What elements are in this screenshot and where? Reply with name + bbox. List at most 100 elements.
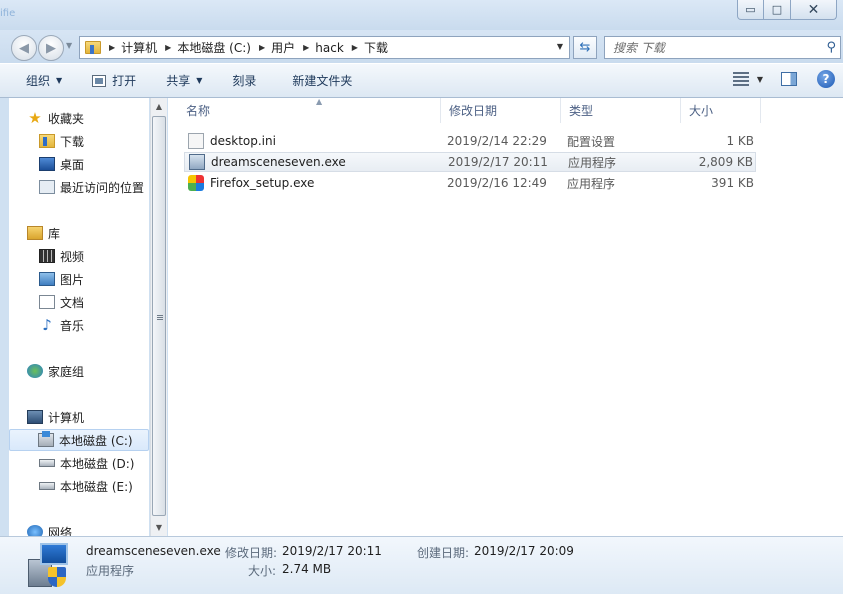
chevron-right-icon[interactable]: ▶ bbox=[109, 43, 115, 52]
chevron-down-icon: ▼ bbox=[196, 76, 203, 85]
nav-drive-d[interactable]: 本地磁盘 (D:) bbox=[39, 452, 149, 474]
nav-network[interactable]: 网络 bbox=[27, 521, 149, 536]
nav-drive-e-label: 本地磁盘 (E:) bbox=[60, 479, 133, 494]
computer-icon bbox=[27, 410, 43, 424]
organize-label: 组织 bbox=[26, 74, 51, 88]
back-button[interactable]: ◀ bbox=[11, 35, 37, 61]
file-size: 1 KB bbox=[726, 134, 754, 148]
file-type: 应用程序 bbox=[568, 155, 617, 170]
search-input[interactable] bbox=[605, 40, 815, 55]
nav-desktop[interactable]: 桌面 bbox=[39, 153, 149, 175]
address-bar[interactable]: ▶ 计算机 ▶ 本地磁盘 (C:) ▶ 用户 ▶ hack ▶ 下载 ▼ bbox=[79, 36, 570, 59]
open-button[interactable]: 打开 bbox=[84, 69, 144, 93]
nav-music[interactable]: ♪ 音乐 bbox=[39, 314, 149, 336]
open-window-icon bbox=[92, 74, 107, 87]
system-drive-icon bbox=[38, 431, 54, 447]
search-box[interactable]: ⚲ bbox=[604, 36, 841, 59]
picture-icon bbox=[39, 272, 55, 286]
nav-favorites[interactable]: ★ 收藏夹 bbox=[27, 107, 149, 129]
nav-videos[interactable]: 视频 bbox=[39, 245, 149, 267]
chevron-right-icon[interactable]: ▶ bbox=[303, 43, 309, 52]
ini-file-icon bbox=[188, 133, 204, 149]
nav-computer-label: 计算机 bbox=[48, 410, 85, 425]
chevron-right-icon[interactable]: ▶ bbox=[165, 43, 171, 52]
hard-drive-icon bbox=[39, 482, 55, 490]
new-folder-button[interactable]: 新建文件夹 bbox=[284, 69, 360, 93]
file-type: 应用程序 bbox=[567, 176, 616, 191]
address-dropdown-icon[interactable]: ▼ bbox=[557, 42, 563, 51]
breadcrumb-drive-c[interactable]: 本地磁盘 (C:) bbox=[177, 39, 251, 56]
burn-button[interactable]: 刻录 bbox=[224, 69, 264, 93]
music-note-icon: ♪ bbox=[42, 316, 52, 334]
navigation-pane: ★ 收藏夹 下载 桌面 最近访问的位置 库 视频 图片 文档 ♪ 音乐 家庭组 … bbox=[9, 98, 149, 536]
nav-homegroup[interactable]: 家庭组 bbox=[27, 360, 149, 382]
file-size: 2,809 KB bbox=[698, 155, 753, 169]
file-name: dreamsceneseven.exe bbox=[211, 155, 346, 169]
desktop-icon bbox=[39, 157, 55, 171]
file-row[interactable]: desktop.ini 2019/2/14 22:29 配置设置 1 KB bbox=[184, 131, 756, 151]
sort-ascending-icon: ▲ bbox=[316, 97, 323, 106]
nav-drive-e[interactable]: 本地磁盘 (E:) bbox=[39, 475, 149, 497]
column-header-modified[interactable]: 修改日期 bbox=[441, 98, 561, 123]
organize-button[interactable]: 组织 ▼ bbox=[18, 69, 70, 93]
help-icon[interactable]: ? bbox=[817, 70, 835, 88]
view-options-dropdown[interactable]: ▼ bbox=[757, 75, 763, 84]
file-modified: 2019/2/16 12:49 bbox=[447, 176, 547, 190]
installer-file-icon bbox=[26, 543, 72, 589]
breadcrumb-users[interactable]: 用户 bbox=[271, 39, 295, 56]
column-type-label: 类型 bbox=[569, 104, 594, 118]
nav-recent-places[interactable]: 最近访问的位置 bbox=[39, 176, 149, 198]
column-name-label: 名称 bbox=[186, 104, 211, 118]
file-name: desktop.ini bbox=[210, 134, 276, 148]
hard-drive-icon bbox=[39, 459, 55, 467]
document-icon bbox=[39, 295, 55, 309]
change-view-icon[interactable] bbox=[732, 72, 749, 86]
refresh-button[interactable]: ⇆ bbox=[573, 36, 597, 59]
file-modified: 2019/2/17 20:11 bbox=[448, 155, 548, 169]
file-size: 391 KB bbox=[711, 176, 754, 190]
exe-file-icon bbox=[189, 154, 205, 170]
forward-button[interactable]: ▶ bbox=[38, 35, 64, 61]
nav-computer[interactable]: 计算机 bbox=[27, 406, 149, 428]
column-header-type[interactable]: 类型 bbox=[561, 98, 681, 123]
grip-icon bbox=[157, 315, 163, 321]
share-button[interactable]: 共享 ▼ bbox=[158, 69, 210, 93]
nav-desktop-label: 桌面 bbox=[60, 157, 85, 172]
download-folder-icon bbox=[39, 134, 55, 148]
column-header-name[interactable]: 名称 ▲ bbox=[178, 97, 441, 123]
nav-libraries[interactable]: 库 bbox=[27, 222, 149, 244]
column-header-size[interactable]: 大小 bbox=[681, 98, 761, 123]
refresh-icon: ⇆ bbox=[579, 40, 591, 55]
video-icon bbox=[39, 249, 55, 263]
chevron-right-icon[interactable]: ▶ bbox=[352, 43, 358, 52]
nav-documents[interactable]: 文档 bbox=[39, 291, 149, 313]
navigation-scrollbar[interactable]: ▲ ▼ bbox=[150, 98, 167, 536]
breadcrumb-downloads[interactable]: 下载 bbox=[364, 39, 388, 56]
file-row[interactable]: dreamsceneseven.exe 2019/2/17 20:11 应用程序… bbox=[184, 152, 756, 172]
nav-pictures[interactable]: 图片 bbox=[39, 268, 149, 290]
nav-downloads-label: 下载 bbox=[60, 134, 85, 149]
scrollbar-thumb[interactable] bbox=[152, 116, 166, 516]
chevron-down-icon: ▼ bbox=[56, 76, 63, 85]
file-row[interactable]: Firefox_setup.exe 2019/2/16 12:49 应用程序 3… bbox=[184, 173, 756, 193]
recent-pages-dropdown[interactable]: ▼ bbox=[66, 41, 72, 50]
maximize-button[interactable]: □ bbox=[764, 0, 791, 20]
search-icon[interactable]: ⚲ bbox=[826, 40, 836, 55]
close-icon: ✕ bbox=[807, 1, 820, 18]
nav-music-label: 音乐 bbox=[60, 318, 85, 333]
preview-pane-icon[interactable] bbox=[781, 72, 797, 86]
details-size-value: 2.74 MB bbox=[282, 562, 332, 576]
firefox-installer-icon bbox=[188, 175, 204, 191]
close-button[interactable]: ✕ bbox=[791, 0, 837, 20]
scroll-up-icon[interactable]: ▲ bbox=[151, 98, 167, 115]
scroll-down-icon[interactable]: ▼ bbox=[151, 519, 167, 536]
back-arrow-icon: ◀ bbox=[19, 40, 29, 56]
nav-downloads[interactable]: 下载 bbox=[39, 130, 149, 152]
nav-drive-c[interactable]: 本地磁盘 (C:) bbox=[9, 429, 149, 451]
chevron-right-icon[interactable]: ▶ bbox=[259, 43, 265, 52]
breadcrumb-computer[interactable]: 计算机 bbox=[121, 39, 157, 56]
share-label: 共享 bbox=[166, 74, 191, 88]
minimize-button[interactable]: ▭ bbox=[737, 0, 764, 20]
nav-favorites-label: 收藏夹 bbox=[48, 111, 85, 126]
breadcrumb-hack[interactable]: hack bbox=[315, 41, 344, 55]
